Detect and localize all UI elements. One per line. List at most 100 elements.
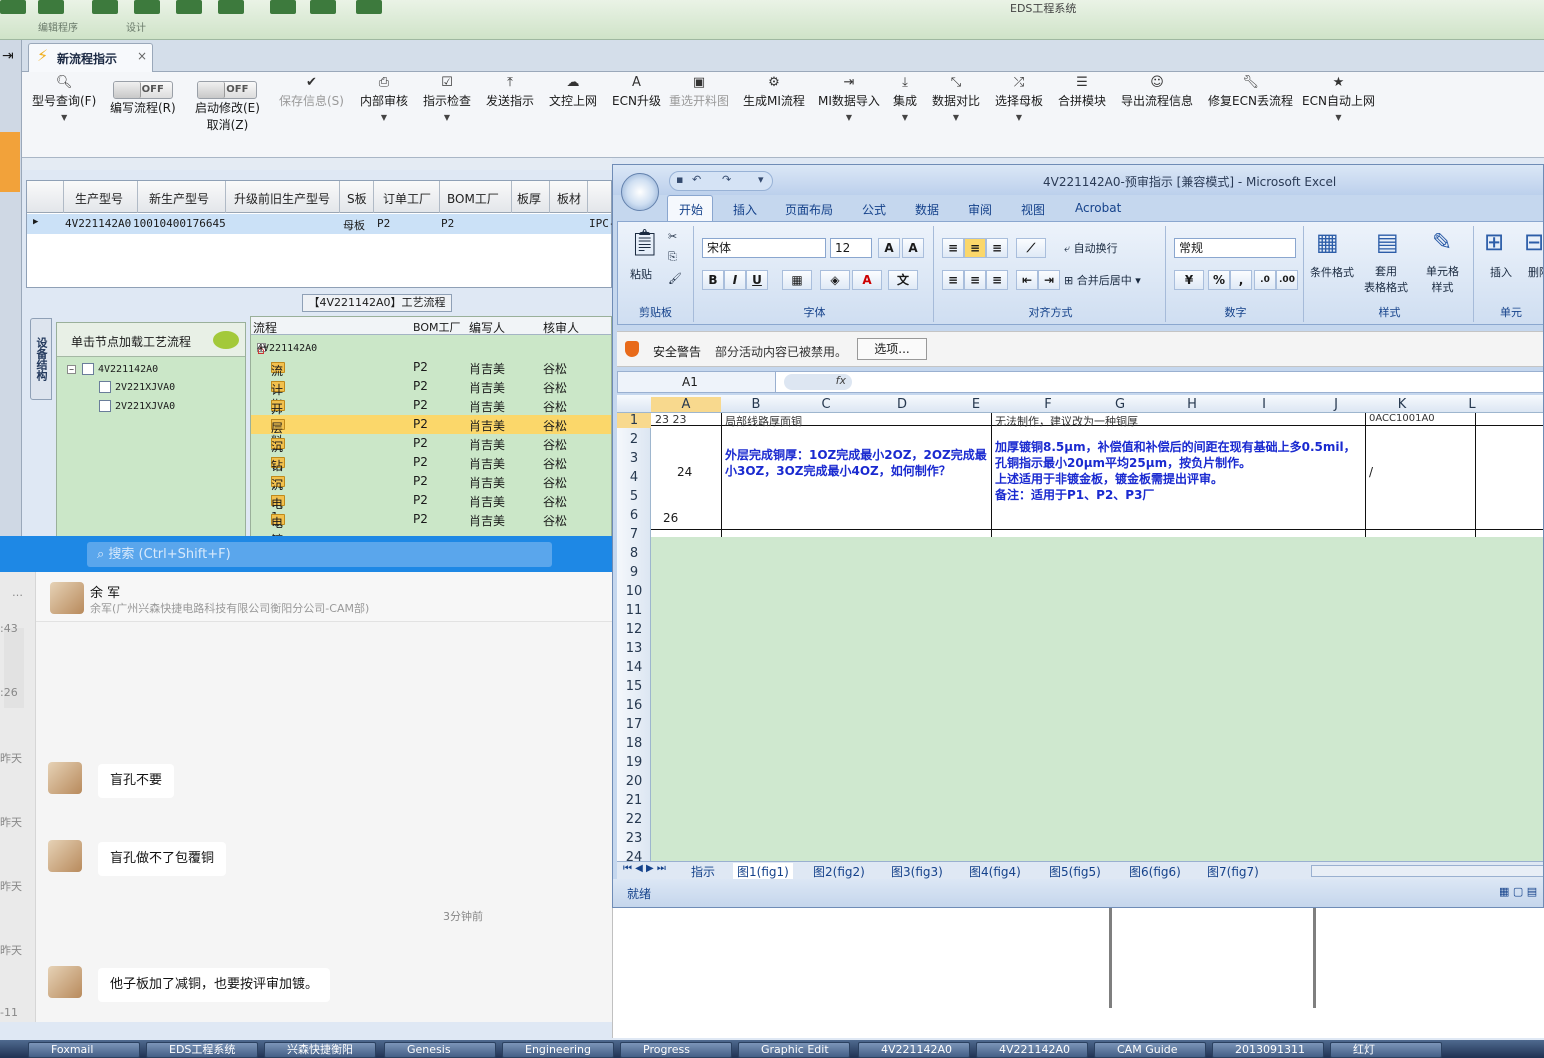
- horizontal-scrollbar[interactable]: [1311, 865, 1543, 877]
- tree-node[interactable]: 2V221XJVA0: [99, 381, 175, 393]
- cell[interactable]: 0ACC1001A0: [1369, 413, 1435, 424]
- save-info-button[interactable]: ✔ 保存信息(S): [279, 72, 344, 109]
- font-name-select[interactable]: 宋体: [702, 238, 826, 258]
- align-left-button[interactable]: ≡: [942, 270, 964, 290]
- column-header[interactable]: B: [721, 397, 791, 412]
- row-header[interactable]: 23: [617, 831, 651, 846]
- send-instruction-button[interactable]: ⤒ 发送指示: [486, 72, 534, 109]
- taskbar-button[interactable]: Engineering: [502, 1042, 614, 1058]
- cell-requirement[interactable]: 外层完成铜厚：1OZ完成最小2OZ，2OZ完成最小3OZ，3OZ完成最小4OZ，…: [725, 447, 987, 479]
- column-header[interactable]: A: [651, 397, 721, 412]
- insert-button[interactable]: 插入: [1490, 264, 1512, 280]
- model-search-button[interactable]: 🔍︎ 型号查询(F) ▼: [32, 72, 96, 123]
- paste-icon[interactable]: 📋︎: [628, 228, 661, 258]
- taskbar-button[interactable]: 红灯: [1330, 1042, 1442, 1058]
- fill-color-button[interactable]: ◈: [820, 270, 850, 290]
- row-header[interactable]: 22: [617, 812, 651, 827]
- process-row[interactable]: +流程指示P2肖吉美谷松: [251, 358, 611, 429]
- taskbar-button[interactable]: Graphic Edit: [738, 1042, 850, 1058]
- mi-import-button[interactable]: ⇥ MI数据导入 ▼: [818, 72, 880, 123]
- align-top-button[interactable]: ≡: [942, 238, 964, 258]
- taskbar-button[interactable]: CAM Guide: [1094, 1042, 1206, 1058]
- merge-center-button[interactable]: ⊞ 合并后居中 ▾: [1064, 272, 1141, 288]
- internal-review-button[interactable]: ⎙ 内部审核 ▼: [360, 72, 408, 123]
- process-row[interactable]: +计划投料P2肖吉美谷松: [251, 377, 611, 448]
- power-icon[interactable]: [0, 0, 26, 14]
- taskbar-button[interactable]: Progress: [620, 1042, 732, 1058]
- increase-indent-button[interactable]: ⇥: [1038, 270, 1060, 290]
- ecn-auto-online-button[interactable]: ★ ECN自动上网 ▼: [1302, 72, 1375, 123]
- taskbar-button[interactable]: 2013091311: [1212, 1042, 1324, 1058]
- format-as-table-button[interactable]: 套用 表格格式: [1364, 264, 1408, 296]
- instruction-check-button[interactable]: ☑ 指示检查 ▼: [423, 72, 471, 123]
- paste-button[interactable]: 粘贴: [630, 266, 652, 282]
- avatar[interactable]: [50, 582, 84, 614]
- ribbon-tab[interactable]: 公式: [862, 201, 886, 218]
- column-header[interactable]: L: [1437, 397, 1507, 412]
- copy-icon[interactable]: ⎘: [668, 250, 677, 264]
- cell[interactable]: /: [1369, 465, 1373, 479]
- doc-online-button[interactable]: ☁ 文控上网: [549, 72, 597, 109]
- cell-number[interactable]: 24: [677, 465, 692, 479]
- function-icon[interactable]: fx: [784, 374, 852, 390]
- border-button[interactable]: ▦: [782, 270, 812, 290]
- image-icon[interactable]: [310, 0, 336, 14]
- generate-mi-button[interactable]: ⚙ 生成MI流程: [743, 72, 805, 109]
- sheet-nav-icon[interactable]: ⏮ ◀ ▶ ⏭: [623, 863, 666, 874]
- ribbon-tab[interactable]: 开始: [679, 201, 703, 218]
- export-process-button[interactable]: ☺ 导出流程信息: [1121, 72, 1193, 109]
- ribbon-tab[interactable]: Acrobat: [1075, 201, 1121, 215]
- row-header[interactable]: 19: [617, 755, 651, 770]
- taskbar-button[interactable]: EDS工程系统: [146, 1042, 258, 1058]
- cell-styles-button[interactable]: 单元格 样式: [1426, 264, 1459, 296]
- taskbar-button[interactable]: Foxmail: [28, 1042, 140, 1058]
- column-header[interactable]: 订单工厂: [383, 190, 431, 207]
- column-header[interactable]: BOM工厂: [447, 190, 499, 207]
- row-header[interactable]: 1: [617, 413, 651, 428]
- column-header[interactable]: 板材: [557, 190, 581, 207]
- device-structure-tab[interactable]: 设备结构: [30, 318, 52, 400]
- column-header[interactable]: E: [941, 397, 1011, 412]
- taskbar-button[interactable]: 兴森快捷衡阳: [264, 1042, 376, 1058]
- row-header[interactable]: 17: [617, 717, 651, 732]
- column-header[interactable]: H: [1157, 397, 1227, 412]
- align-middle-button[interactable]: ≡: [964, 238, 986, 258]
- number-format-select[interactable]: 常规: [1174, 238, 1296, 258]
- avatar[interactable]: [48, 840, 82, 872]
- format-table-icon[interactable]: ▤: [1376, 228, 1399, 256]
- taskbar-button[interactable]: 4V221142A0: [976, 1042, 1088, 1058]
- tree-node[interactable]: 2V221XJVA0: [99, 400, 175, 412]
- decrease-decimal-button[interactable]: .00: [1276, 270, 1298, 290]
- row-header[interactable]: 9: [617, 565, 651, 580]
- increase-decimal-button[interactable]: .0: [1254, 270, 1276, 290]
- wrap-text-button[interactable]: ⤶ 自动换行: [1064, 240, 1118, 256]
- column-header[interactable]: 新生产型号: [149, 190, 209, 207]
- sheet-tab[interactable]: 图4(fig4): [969, 863, 1021, 880]
- process-row[interactable]: +钻孔P2肖吉美谷松: [251, 453, 611, 490]
- row-header[interactable]: 6: [617, 508, 651, 523]
- underline-button[interactable]: U: [746, 270, 768, 290]
- cell[interactable]: 23 23: [655, 413, 687, 426]
- column-header[interactable]: F: [1013, 397, 1083, 412]
- column-header[interactable]: I: [1229, 397, 1299, 412]
- table-row[interactable]: ▶ 4V221142A0 10010400176645 母板 P2 P2 IPC…: [27, 214, 616, 234]
- column-header[interactable]: 生产型号: [75, 190, 123, 207]
- comma-button[interactable]: ,: [1230, 270, 1252, 290]
- column-header[interactable]: BOM工厂: [413, 319, 461, 335]
- cell-number[interactable]: 26: [663, 511, 678, 525]
- font-size-select[interactable]: 12: [830, 238, 872, 258]
- process-row[interactable]: +电镀P2肖吉美谷松: [251, 491, 611, 528]
- cell-style-icon[interactable]: ✎: [1432, 228, 1452, 256]
- row-header[interactable]: 21: [617, 793, 651, 808]
- chat-search-input[interactable]: ⌕ 搜索 (Ctrl+Shift+F): [87, 542, 552, 567]
- row-header[interactable]: 20: [617, 774, 651, 789]
- undo-icon[interactable]: ↶: [692, 173, 701, 186]
- decrease-indent-button[interactable]: ⇤: [1016, 270, 1038, 290]
- save-icon[interactable]: ▪: [676, 173, 683, 186]
- phonetic-button[interactable]: 文: [888, 270, 918, 290]
- column-header[interactable]: G: [1085, 397, 1155, 412]
- cell[interactable]: 局部线路厚面铜: [725, 413, 802, 429]
- shrink-font-button[interactable]: A: [902, 238, 924, 258]
- process-row[interactable]: +电镀2P2肖吉美谷松: [251, 510, 611, 537]
- font-color-button[interactable]: A: [852, 270, 882, 290]
